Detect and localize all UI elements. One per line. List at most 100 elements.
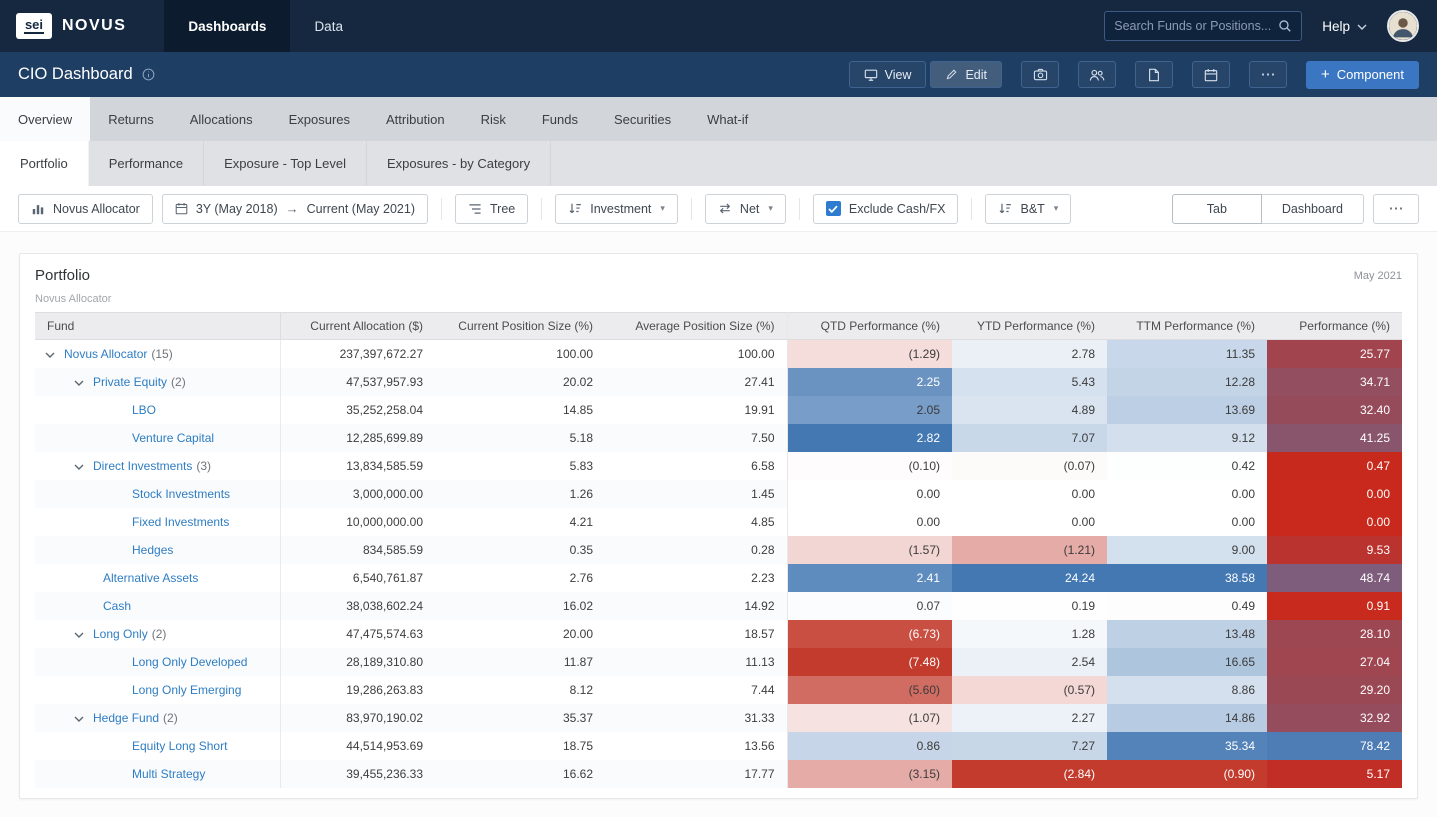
table-row[interactable]: Stock Investments3,000,000.001.261.450.0… bbox=[35, 480, 1402, 508]
schedule-button[interactable] bbox=[1192, 61, 1230, 88]
subtab-exposures-by-category[interactable]: Exposures - by Category bbox=[367, 141, 551, 186]
cell-alloc: 12,285,699.89 bbox=[280, 424, 435, 452]
tree-label: Tree bbox=[490, 202, 515, 216]
net-dropdown[interactable]: Net ▾ bbox=[705, 194, 786, 224]
table-row[interactable]: Multi Strategy39,455,236.3316.6217.77(3.… bbox=[35, 760, 1402, 788]
table-row[interactable]: Fixed Investments10,000,000.004.214.850.… bbox=[35, 508, 1402, 536]
cell-qtd: (0.10) bbox=[787, 452, 952, 480]
tab-overview[interactable]: Overview bbox=[0, 97, 90, 141]
table-row[interactable]: Cash38,038,602.2416.0214.920.070.190.490… bbox=[35, 592, 1402, 620]
cell-aps: 4.85 bbox=[605, 508, 787, 536]
fund-link[interactable]: Novus Allocator bbox=[64, 347, 147, 361]
caret-down-icon[interactable] bbox=[74, 631, 93, 638]
exclude-cashfx-label: Exclude Cash/FX bbox=[849, 202, 946, 216]
tab-attribution[interactable]: Attribution bbox=[368, 97, 463, 141]
toolbar-divider bbox=[691, 198, 692, 220]
exclude-cashfx-toggle[interactable]: Exclude Cash/FX bbox=[813, 194, 959, 224]
help-menu[interactable]: Help bbox=[1322, 19, 1367, 34]
panel-title: Portfolio bbox=[35, 267, 111, 284]
cell-cps: 0.35 bbox=[435, 536, 605, 564]
tree-toggle-button[interactable]: Tree bbox=[455, 194, 528, 224]
table-row[interactable]: Equity Long Short44,514,953.6918.7513.56… bbox=[35, 732, 1402, 760]
users-button[interactable] bbox=[1078, 61, 1116, 88]
fund-link[interactable]: Stock Investments bbox=[132, 487, 230, 501]
fund-link[interactable]: Alternative Assets bbox=[103, 571, 198, 585]
fund-link[interactable]: LBO bbox=[132, 403, 156, 417]
sei-logo[interactable]: sei bbox=[16, 13, 52, 39]
portfolio-selector-button[interactable]: Novus Allocator bbox=[18, 194, 153, 224]
tab-securities[interactable]: Securities bbox=[596, 97, 689, 141]
portfolio-panel: Portfolio Novus Allocator May 2021 FundC… bbox=[19, 253, 1418, 799]
table-row[interactable]: Hedge Fund(2)83,970,190.0235.3731.33(1.0… bbox=[35, 704, 1402, 732]
chevron-down-icon bbox=[1357, 24, 1367, 30]
fund-count: (15) bbox=[151, 347, 172, 361]
fund-link[interactable]: Venture Capital bbox=[132, 431, 214, 445]
toolbar-divider bbox=[971, 198, 972, 220]
search-input[interactable] bbox=[1114, 19, 1278, 33]
dashboard-mode-button[interactable]: Dashboard bbox=[1261, 194, 1364, 224]
table-header-row: FundCurrent Allocation ($)Current Positi… bbox=[35, 313, 1402, 340]
toolbar-more-button[interactable]: ⋯ bbox=[1373, 194, 1419, 224]
tab-returns[interactable]: Returns bbox=[90, 97, 172, 141]
table-row[interactable]: Long Only Emerging19,286,263.838.127.44(… bbox=[35, 676, 1402, 704]
caret-down-icon[interactable] bbox=[74, 715, 93, 722]
date-range-button[interactable]: 3Y (May 2018) → Current (May 2021) bbox=[162, 194, 428, 224]
tab-exposures[interactable]: Exposures bbox=[271, 97, 368, 141]
table-row[interactable]: Hedges834,585.590.350.28(1.57)(1.21)9.00… bbox=[35, 536, 1402, 564]
subtab-performance[interactable]: Performance bbox=[89, 141, 204, 186]
table-row[interactable]: Direct Investments(3)13,834,585.595.836.… bbox=[35, 452, 1402, 480]
fund-link[interactable]: Equity Long Short bbox=[132, 739, 227, 753]
column-header[interactable]: Average Position Size (%) bbox=[605, 313, 787, 340]
caret-down-icon[interactable] bbox=[45, 351, 64, 358]
edit-button[interactable]: Edit bbox=[930, 61, 1002, 88]
tab-allocations[interactable]: Allocations bbox=[172, 97, 271, 141]
table-row[interactable]: Long Only(2)47,475,574.6320.0018.57(6.73… bbox=[35, 620, 1402, 648]
header-more-button[interactable]: ⋯ bbox=[1249, 61, 1287, 88]
view-button[interactable]: View bbox=[849, 61, 927, 88]
checkbox-checked-icon[interactable] bbox=[826, 201, 841, 216]
fund-link[interactable]: Fixed Investments bbox=[132, 515, 229, 529]
fund-link[interactable]: Cash bbox=[103, 599, 131, 613]
subtab-exposure-top-level[interactable]: Exposure - Top Level bbox=[204, 141, 367, 186]
table-row[interactable]: Alternative Assets6,540,761.872.762.232.… bbox=[35, 564, 1402, 592]
fund-link[interactable]: Long Only Emerging bbox=[132, 683, 241, 697]
info-icon[interactable] bbox=[142, 68, 155, 81]
fund-link[interactable]: Multi Strategy bbox=[132, 767, 205, 781]
tab-mode-button[interactable]: Tab bbox=[1172, 194, 1262, 224]
fund-link[interactable]: Private Equity bbox=[93, 375, 167, 389]
cell-perf: 0.91 bbox=[1267, 592, 1402, 620]
tab-what-if[interactable]: What-if bbox=[689, 97, 766, 141]
group-by-dropdown[interactable]: Investment ▾ bbox=[555, 194, 678, 224]
column-header[interactable]: QTD Performance (%) bbox=[787, 313, 952, 340]
table-row[interactable]: Private Equity(2)47,537,957.9320.0227.41… bbox=[35, 368, 1402, 396]
search-icon[interactable] bbox=[1278, 19, 1292, 33]
column-header[interactable]: Performance (%) bbox=[1267, 313, 1402, 340]
table-row[interactable]: Long Only Developed28,189,310.8011.8711.… bbox=[35, 648, 1402, 676]
column-header[interactable]: Current Allocation ($) bbox=[280, 313, 435, 340]
calendar-icon bbox=[1204, 68, 1218, 82]
column-header[interactable]: YTD Performance (%) bbox=[952, 313, 1107, 340]
fund-link[interactable]: Direct Investments bbox=[93, 459, 192, 473]
tab-funds[interactable]: Funds bbox=[524, 97, 596, 141]
fund-link[interactable]: Long Only bbox=[93, 627, 148, 641]
camera-button[interactable] bbox=[1021, 61, 1059, 88]
fund-link[interactable]: Hedges bbox=[132, 543, 173, 557]
table-row[interactable]: Novus Allocator(15)237,397,672.27100.001… bbox=[35, 340, 1402, 368]
fund-link[interactable]: Long Only Developed bbox=[132, 655, 247, 669]
column-header[interactable]: Fund bbox=[35, 313, 280, 340]
table-row[interactable]: Venture Capital12,285,699.895.187.502.82… bbox=[35, 424, 1402, 452]
caret-down-icon[interactable] bbox=[74, 463, 93, 470]
add-component-button[interactable]: + Component bbox=[1306, 61, 1419, 89]
bt-sort-dropdown[interactable]: B&T ▾ bbox=[985, 194, 1071, 224]
nav-item-data[interactable]: Data bbox=[290, 0, 367, 52]
caret-down-icon[interactable] bbox=[74, 379, 93, 386]
subtab-portfolio[interactable]: Portfolio bbox=[0, 141, 89, 186]
user-avatar[interactable] bbox=[1387, 10, 1419, 42]
fund-link[interactable]: Hedge Fund bbox=[93, 711, 159, 725]
nav-item-dashboards[interactable]: Dashboards bbox=[164, 0, 290, 52]
report-button[interactable] bbox=[1135, 61, 1173, 88]
column-header[interactable]: TTM Performance (%) bbox=[1107, 313, 1267, 340]
table-row[interactable]: LBO35,252,258.0414.8519.912.054.8913.693… bbox=[35, 396, 1402, 424]
tab-risk[interactable]: Risk bbox=[463, 97, 524, 141]
column-header[interactable]: Current Position Size (%) bbox=[435, 313, 605, 340]
